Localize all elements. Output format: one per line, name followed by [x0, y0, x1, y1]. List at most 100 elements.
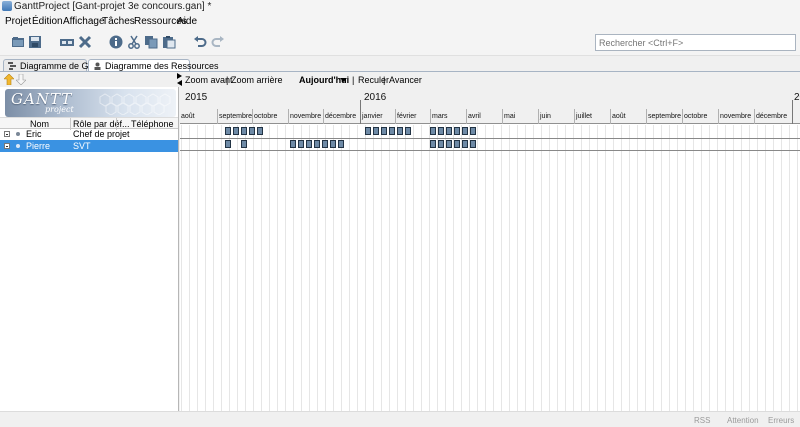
zoom-out-link[interactable]: Zoom arrière	[231, 75, 283, 85]
week-gridline	[429, 125, 430, 411]
month-label: septembre	[648, 113, 682, 120]
menu-aide[interactable]: Aide	[177, 16, 197, 27]
resource-row-pierre[interactable]: Pierre SVT	[0, 140, 178, 152]
month-divider	[288, 109, 289, 124]
row-separator	[180, 150, 800, 151]
load-block[interactable]	[446, 140, 452, 148]
chevron-down-icon[interactable]	[340, 78, 347, 82]
app-icon	[2, 1, 12, 11]
timeline-header: 2015 2016 20 août septembre octobre nove…	[180, 87, 800, 124]
load-block[interactable]	[365, 127, 371, 135]
week-gridline	[733, 125, 734, 411]
week-gridline	[645, 125, 646, 411]
menu-taches[interactable]: Tâches	[102, 16, 135, 27]
load-block[interactable]	[438, 140, 444, 148]
forward-link[interactable]: Avancer	[389, 75, 422, 85]
load-block[interactable]	[257, 127, 263, 135]
attention-indicator[interactable]: Attention	[727, 416, 759, 425]
load-block[interactable]	[241, 127, 247, 135]
load-block[interactable]	[454, 127, 460, 135]
week-gridline	[397, 125, 398, 411]
load-block[interactable]	[470, 127, 476, 135]
week-gridline	[365, 125, 366, 411]
load-block[interactable]	[314, 140, 320, 148]
expand-icon[interactable]	[4, 143, 10, 149]
week-gridline	[669, 125, 670, 411]
load-block[interactable]	[389, 127, 395, 135]
load-block[interactable]	[225, 140, 231, 148]
load-block[interactable]	[241, 140, 247, 148]
load-block[interactable]	[454, 140, 460, 148]
week-gridline	[317, 125, 318, 411]
week-gridline	[613, 125, 614, 411]
load-block[interactable]	[233, 127, 239, 135]
load-block[interactable]	[298, 140, 304, 148]
week-gridline	[677, 125, 678, 411]
load-block[interactable]	[290, 140, 296, 148]
week-gridline	[445, 125, 446, 411]
load-block[interactable]	[462, 127, 468, 135]
load-block[interactable]	[330, 140, 336, 148]
undo-icon[interactable]	[193, 35, 207, 49]
load-block[interactable]	[338, 140, 344, 148]
week-gridline	[285, 125, 286, 411]
paste-icon[interactable]	[162, 35, 176, 49]
cut-icon[interactable]	[127, 35, 141, 49]
copy-icon[interactable]	[144, 35, 158, 49]
new-resource-icon[interactable]	[60, 35, 74, 49]
open-icon[interactable]	[11, 35, 25, 49]
month-label: juillet	[576, 113, 592, 120]
rss-link[interactable]: RSS	[694, 416, 710, 425]
week-gridline	[605, 125, 606, 411]
week-gridline	[541, 125, 542, 411]
month-label: octobre	[684, 113, 708, 120]
week-gridline	[629, 125, 630, 411]
week-gridline	[437, 125, 438, 411]
month-divider	[466, 109, 467, 124]
week-gridline	[797, 125, 798, 411]
month-label: juin	[540, 113, 551, 120]
move-down-icon[interactable]	[16, 74, 26, 85]
load-block[interactable]	[430, 140, 436, 148]
errors-indicator[interactable]: Erreurs	[768, 416, 794, 425]
move-up-icon[interactable]	[4, 74, 14, 85]
load-block[interactable]	[373, 127, 379, 135]
load-block[interactable]	[249, 127, 255, 135]
load-block[interactable]	[306, 140, 312, 148]
week-gridline	[717, 125, 718, 411]
resource-row-eric[interactable]: Eric Chef de projet	[0, 128, 178, 140]
week-gridline	[389, 125, 390, 411]
load-block[interactable]	[405, 127, 411, 135]
delete-icon[interactable]	[78, 35, 92, 49]
menu-edition[interactable]: Édition	[32, 16, 63, 27]
save-icon[interactable]	[28, 35, 42, 49]
resource-load-grid[interactable]	[180, 125, 800, 411]
load-block[interactable]	[430, 127, 436, 135]
menu-affichage[interactable]: Affichage	[63, 16, 105, 27]
month-label: août	[612, 113, 626, 120]
load-block[interactable]	[381, 127, 387, 135]
menu-projet[interactable]: Projet	[5, 16, 31, 27]
load-block[interactable]	[462, 140, 468, 148]
properties-icon[interactable]	[109, 35, 123, 49]
redo-icon[interactable]	[211, 35, 225, 49]
load-block[interactable]	[446, 127, 452, 135]
load-block[interactable]	[397, 127, 403, 135]
load-block[interactable]	[322, 140, 328, 148]
week-gridline	[333, 125, 334, 411]
search-input[interactable]	[595, 34, 796, 51]
load-block[interactable]	[470, 140, 476, 148]
week-gridline	[413, 125, 414, 411]
splitter-handle-icon[interactable]	[177, 73, 183, 86]
resource-name: Eric	[26, 129, 42, 139]
load-block[interactable]	[225, 127, 231, 135]
week-gridline	[533, 125, 534, 411]
week-gridline	[709, 125, 710, 411]
week-gridline	[341, 125, 342, 411]
load-block[interactable]	[438, 127, 444, 135]
logo-hex-pattern	[99, 93, 171, 115]
view-tabs: Diagramme de Gantt Diagramme des Ressour…	[0, 58, 800, 72]
week-gridline	[789, 125, 790, 411]
month-divider	[252, 109, 253, 124]
expand-icon[interactable]	[4, 131, 10, 137]
